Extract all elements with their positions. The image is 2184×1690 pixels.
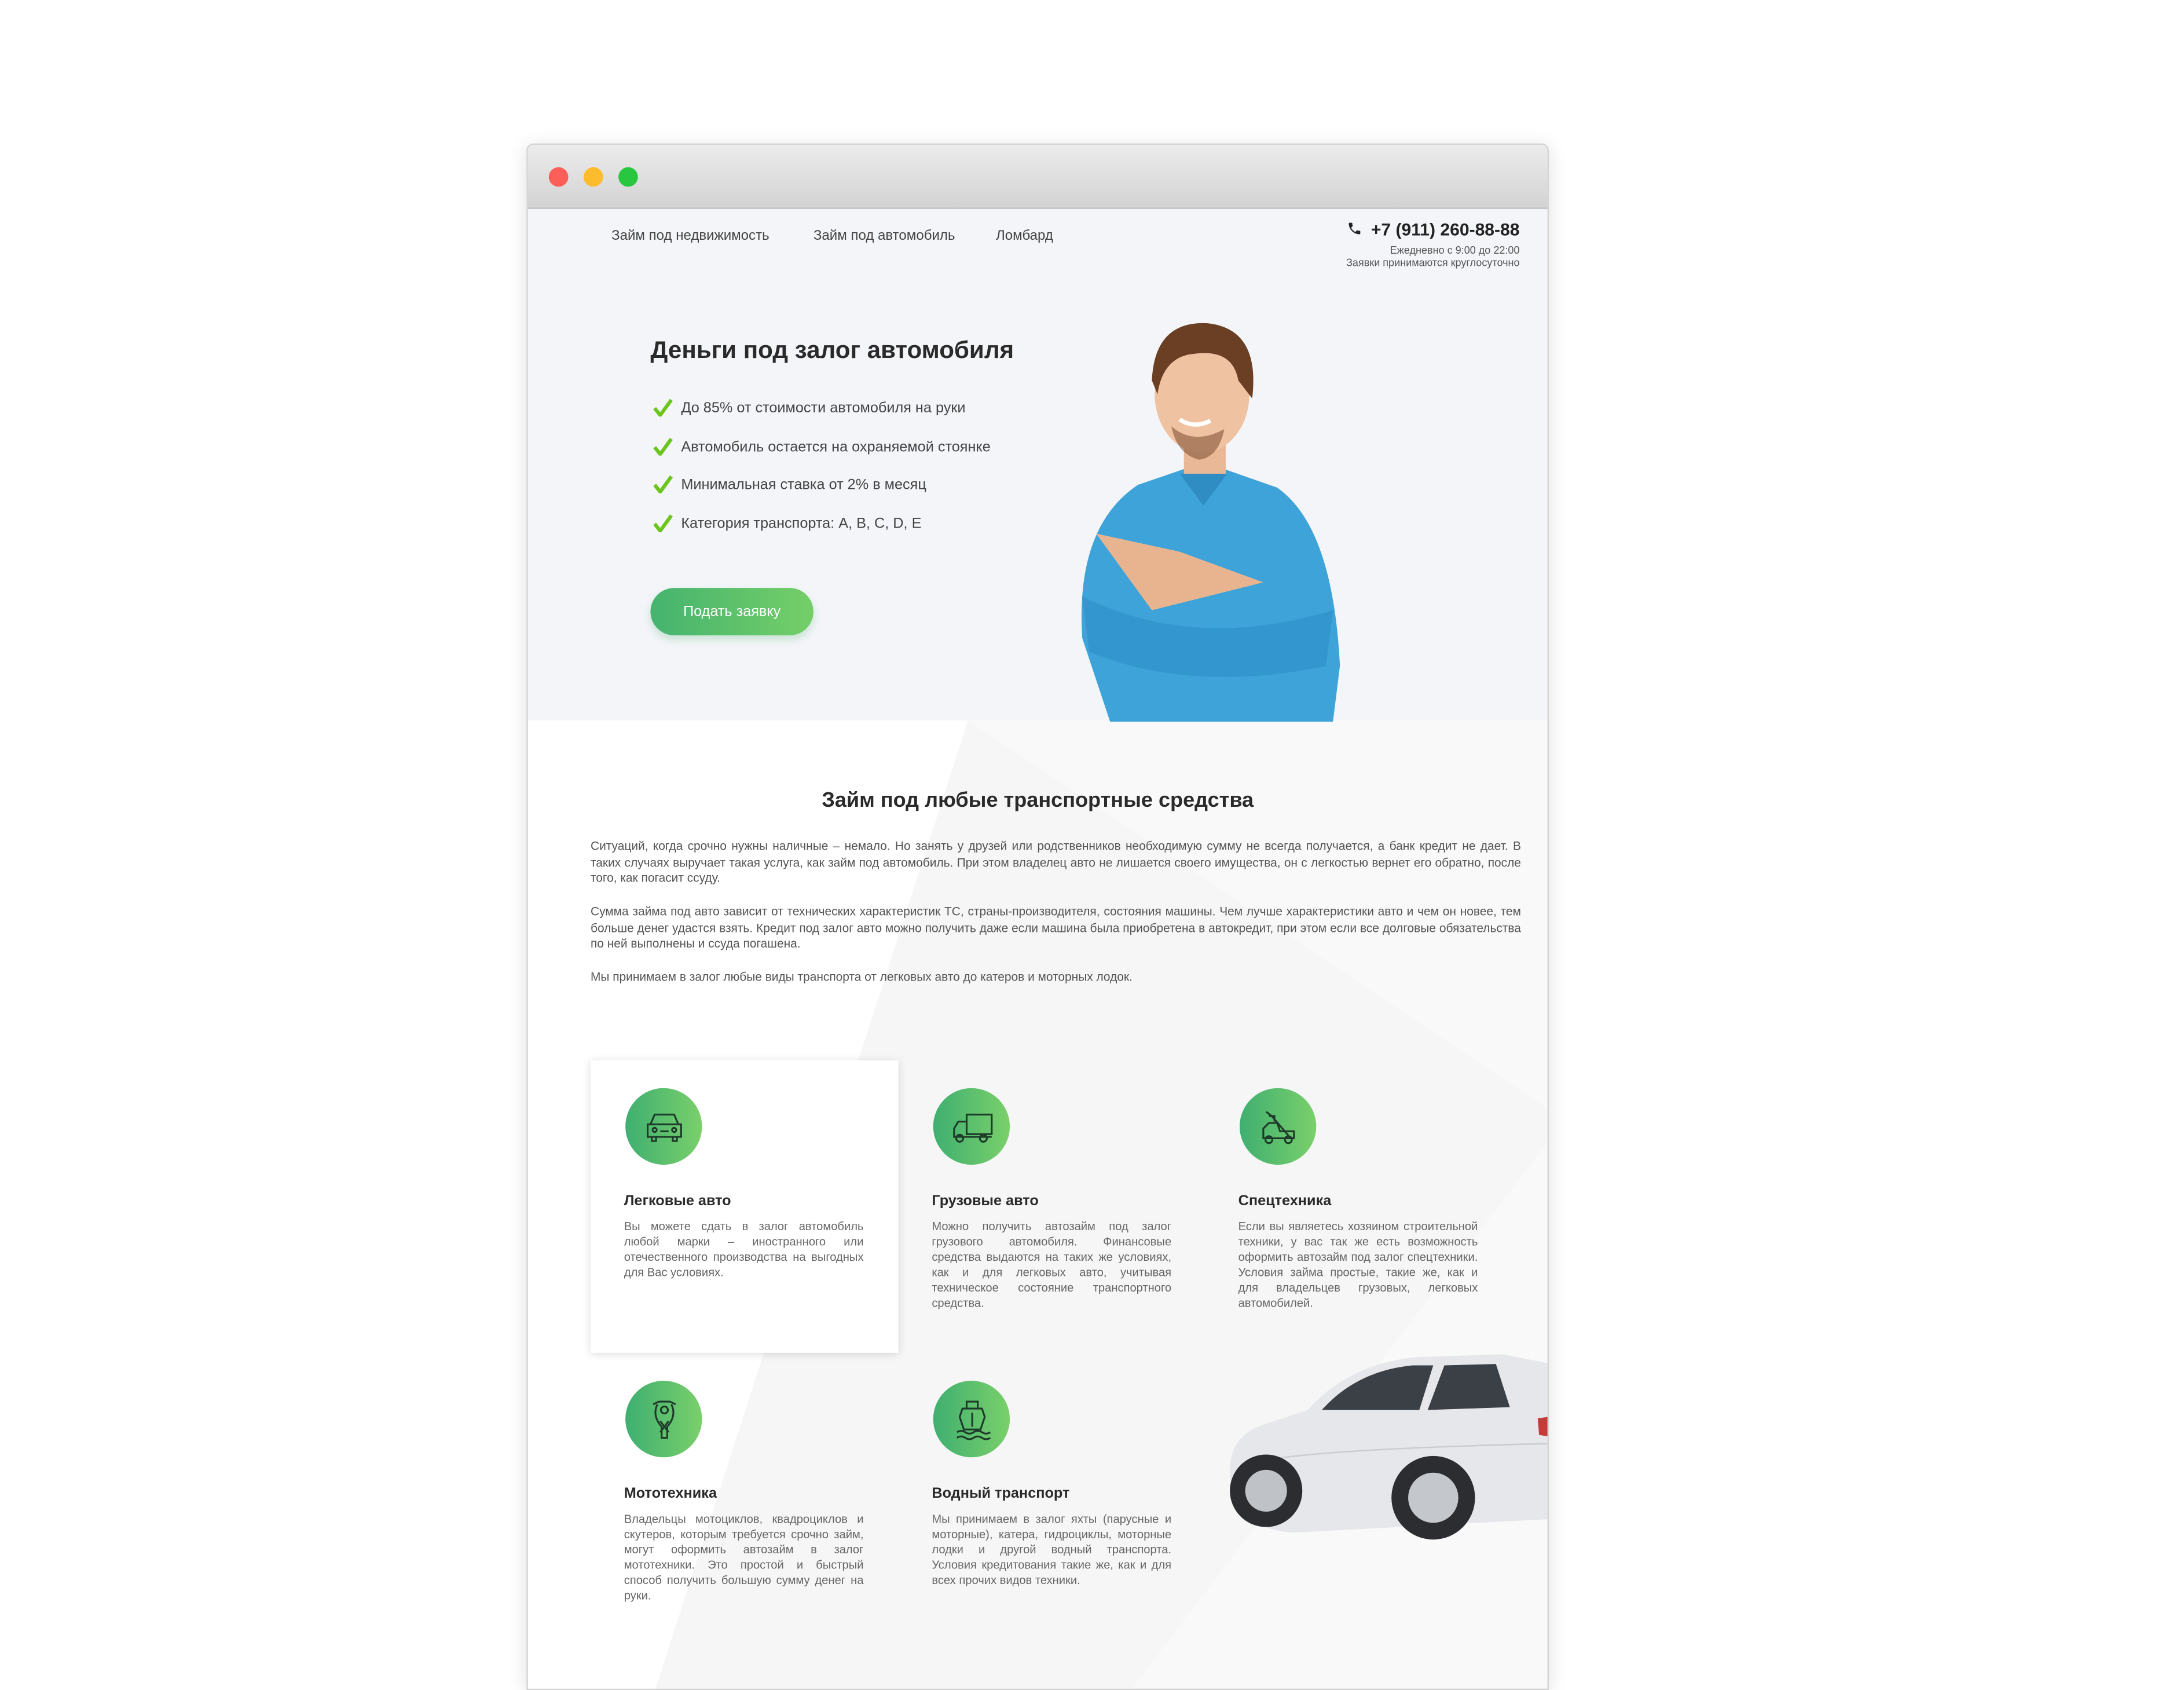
ship-icon — [933, 1380, 1010, 1458]
browser-window: Займ под недвижимость Займ под автомобил… — [526, 143, 1549, 1690]
tow-truck-icon — [1239, 1088, 1317, 1165]
maximize-window-button[interactable] — [618, 167, 638, 187]
phone-number[interactable]: +7 (911) 260-88-88 — [1347, 220, 1520, 240]
benefit-item: Автомобиль остается на охраняемой стоянк… — [653, 437, 991, 456]
close-window-button[interactable] — [548, 167, 569, 187]
hero-section — [527, 208, 1548, 720]
card-text: Владельцы мотоциклов, квадроциклов и ску… — [624, 1512, 864, 1602]
hero-title: Деньги под залог автомобиля — [650, 335, 1014, 364]
card-title: Мототехника — [624, 1485, 717, 1502]
hero-man-image — [1081, 323, 1340, 722]
benefit-text: Категория транспорта: A, B, C, D, E — [681, 514, 922, 532]
card-title: Грузовые авто — [932, 1192, 1039, 1210]
section-paragraph: Сумма займа под авто зависит от техничес… — [590, 904, 1521, 951]
benefit-item: До 85% от стоимости автомобиля на руки — [653, 398, 966, 417]
nav-link-pawnshop[interactable]: Ломбард — [996, 229, 1053, 244]
card-passenger-cars[interactable]: Легковые авто Вы можете сдать в залог ав… — [590, 1060, 899, 1353]
card-water-transport[interactable]: Водный транспорт Мы принимаем в залог ях… — [899, 1353, 1207, 1645]
nav-link-car-loan[interactable]: Займ под автомобиль — [813, 229, 955, 244]
check-icon — [653, 475, 673, 493]
window-titlebar — [527, 145, 1548, 209]
truck-icon — [933, 1088, 1010, 1165]
working-hours: Ежедневно с 9:00 до 22:00 — [1390, 243, 1520, 257]
benefit-text: Минимальная ставка от 2% в месяц — [681, 475, 926, 493]
check-icon — [653, 437, 673, 456]
section-paragraph: Мы принимаем в залог любые виды транспор… — [590, 970, 1133, 984]
car-icon — [625, 1088, 702, 1165]
card-title: Водный транспорт — [932, 1485, 1070, 1502]
card-text: Можно получить автозайм под залог грузов… — [932, 1219, 1172, 1309]
card-title: Спецтехника — [1238, 1192, 1332, 1210]
card-special-equipment[interactable]: Спецтехника Если вы являетесь хозяином с… — [1205, 1060, 1513, 1353]
check-icon — [653, 514, 673, 532]
card-text: Мы принимаем в залог яхты (парусные и мо… — [932, 1512, 1172, 1587]
apply-button[interactable]: Подать заявку — [650, 588, 813, 635]
benefit-item: Категория транспорта: A, B, C, D, E — [653, 514, 921, 532]
card-text: Вы можете сдать в залог автомобиль любой… — [624, 1219, 864, 1279]
card-motorcycles[interactable]: Мототехника Владельцы мотоциклов, квадро… — [591, 1353, 899, 1645]
card-text: Если вы являетесь хозяином строительной … — [1238, 1219, 1478, 1309]
benefit-text: До 85% от стоимости автомобиля на руки — [681, 399, 966, 416]
card-title: Легковые авто — [624, 1192, 731, 1210]
phone-icon — [1349, 222, 1361, 235]
minimize-window-button[interactable] — [583, 167, 603, 187]
benefit-text: Автомобиль остается на охраняемой стоянк… — [681, 438, 991, 455]
phone-text: +7 (911) 260-88-88 — [1371, 220, 1520, 240]
nav-link-real-estate[interactable]: Займ под недвижимость — [611, 229, 769, 244]
section-paragraph: Ситуаций, когда срочно нужны наличные – … — [590, 839, 1521, 886]
check-icon — [653, 398, 673, 417]
card-trucks[interactable]: Грузовые авто Можно получить автозайм по… — [899, 1060, 1207, 1353]
car-image — [1229, 1354, 1548, 1540]
motorcycle-icon — [625, 1380, 702, 1458]
section-title: Займ под любые транспортные средства — [822, 788, 1254, 813]
requests-note: Заявки принимаются круглосуточно — [1346, 256, 1520, 269]
benefit-item: Минимальная ставка от 2% в месяц — [653, 475, 926, 493]
